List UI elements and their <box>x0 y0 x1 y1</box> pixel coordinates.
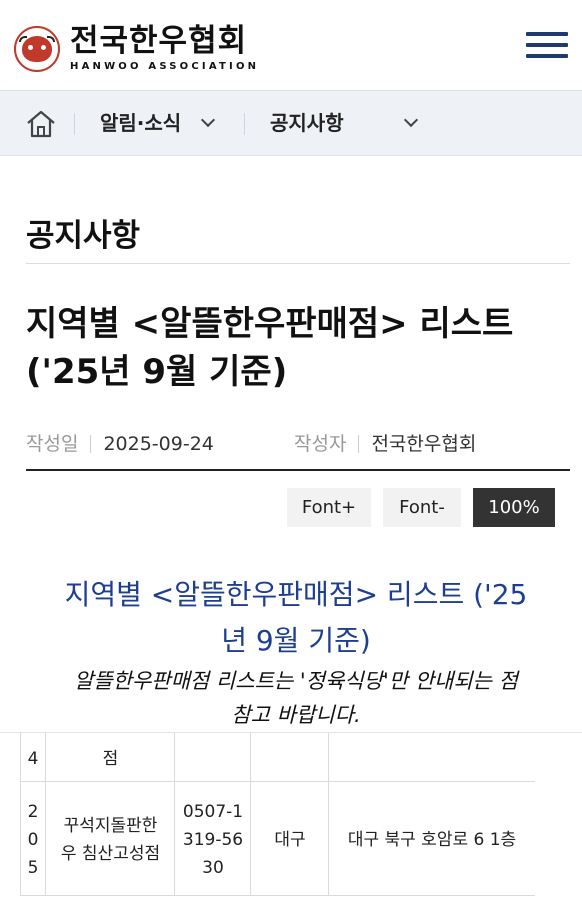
font-reset-button[interactable]: 100% <box>473 488 555 527</box>
author-label: 작성자 <box>294 433 347 455</box>
content-heading-line1: 지역별 <알뜰한우판매점> 리스트 ('25 <box>64 578 528 611</box>
site-header: 전국한우협회 HANWOO ASSOCIATION <box>0 0 582 90</box>
article-title: 지역별 <알뜰한우판매점> 리스트 ('25년 9월 기준) <box>26 300 566 396</box>
table-cell-name-fragment: 점 <box>102 749 119 769</box>
content-heading-line2: 년 9월 기준) <box>221 624 371 657</box>
hanwoo-seal-logo <box>14 26 60 72</box>
page-title: 공지사항 <box>26 218 141 254</box>
date-label: 작성일 <box>26 433 79 455</box>
breadcrumb-level2[interactable]: 공지사항 <box>270 108 418 138</box>
content-note: 알뜰한우판매점 리스트는 '정육식당'만 안내되는 점 참고 바랍니다. <box>26 664 566 732</box>
hamburger-icon[interactable] <box>526 32 568 62</box>
table-cell-address: 대구 북구 호암로 6 1층 <box>347 830 517 850</box>
logo-english-text: HANWOO ASSOCIATION <box>70 61 260 72</box>
breadcrumb-level1[interactable]: 알림·소식 <box>100 108 216 138</box>
divider <box>26 263 570 264</box>
chevron-down-icon <box>201 112 216 128</box>
divider <box>26 469 570 471</box>
font-increase-button[interactable]: Font+ <box>287 488 371 527</box>
font-decrease-button[interactable]: Font- <box>383 488 461 527</box>
article-date: 작성일 2025-09-24 <box>26 430 214 458</box>
author-value: 전국한우협회 <box>371 433 477 455</box>
article-author: 작성자 전국한우협회 <box>294 430 476 458</box>
date-value: 2025-09-24 <box>103 433 214 455</box>
table-cell-no: 2 0 5 <box>27 802 39 878</box>
home-icon[interactable] <box>24 109 58 139</box>
table-cell-store-name: 꾸석지돌판한 우 침산고성점 <box>60 816 161 864</box>
chevron-down-icon <box>403 112 418 128</box>
article-title-line1: 지역별 <알뜰한우판매점> 리스트 <box>26 304 514 344</box>
content-note-line2: 참고 바랍니다. <box>231 703 361 727</box>
table-cell-no-fragment: 4 <box>27 749 39 769</box>
breadcrumb-level2-label: 공지사항 <box>270 111 344 135</box>
breadcrumb-level1-label: 알림·소식 <box>100 111 182 135</box>
store-table: 4 점 2 0 5 꾸석지돌판한 우 침산고성점 0507-1 319-56 3… <box>0 732 582 914</box>
breadcrumb: 알림·소식 공지사항 <box>0 90 582 156</box>
content-heading: 지역별 <알뜰한우판매점> 리스트 ('25 년 9월 기준) <box>26 572 566 664</box>
content-note-line1: 알뜰한우판매점 리스트는 '정육식당'만 안내되는 점 <box>74 669 518 693</box>
logo-korean-text: 전국한우협회 <box>70 23 248 59</box>
table-cell-phone: 0507-1 319-56 30 <box>182 802 244 878</box>
table-cell-region: 대구 <box>274 830 306 850</box>
article-title-line2: ('25년 9월 기준) <box>26 352 288 392</box>
site-logo[interactable]: 전국한우협회 HANWOO ASSOCIATION <box>14 24 259 74</box>
